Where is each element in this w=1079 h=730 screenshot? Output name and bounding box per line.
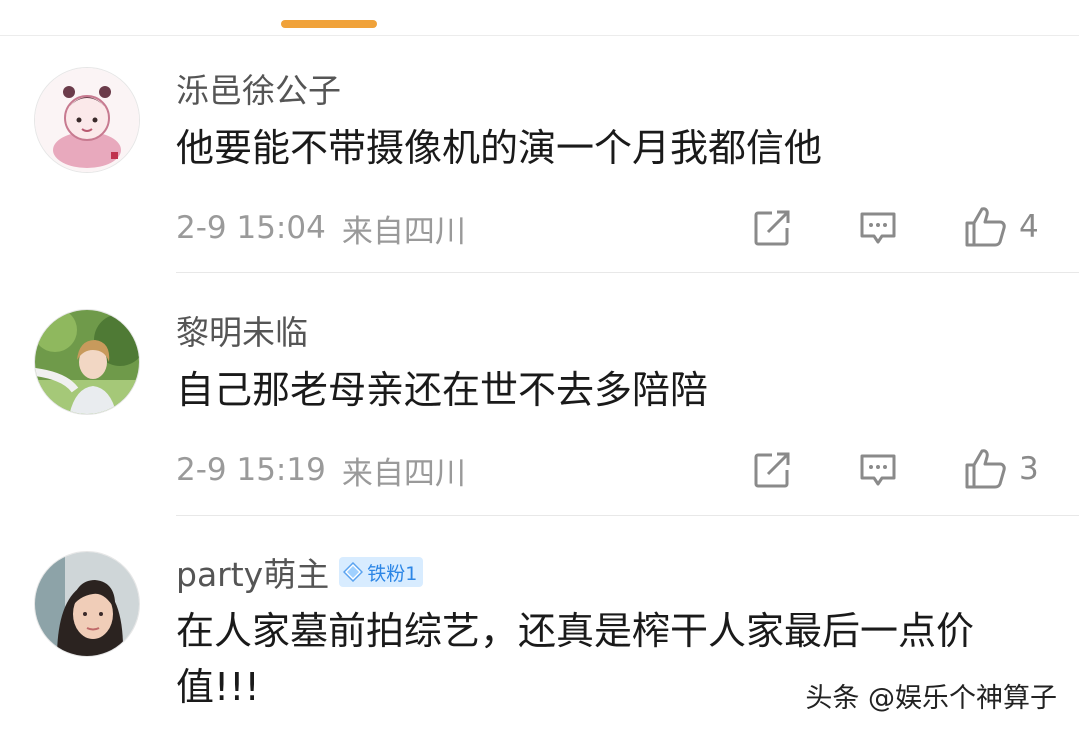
avatar[interactable]	[34, 309, 140, 415]
comment-button[interactable]	[858, 448, 898, 492]
comment-location: 来自四川	[341, 213, 466, 250]
username[interactable]: 黎明未临	[176, 306, 308, 354]
thumbs-up-icon	[965, 449, 1006, 489]
source-watermark: 头条 @娱乐个神算子	[805, 683, 1057, 714]
diamond-icon	[343, 562, 364, 582]
share-icon	[754, 452, 790, 488]
fan-level-label: 铁粉1	[367, 562, 418, 585]
share-button[interactable]	[752, 448, 792, 492]
comment-text: 自己那老母亲还在世不去多陪陪	[176, 368, 709, 412]
fan-level-badge: 铁粉1	[339, 557, 424, 587]
share-button[interactable]	[752, 206, 792, 250]
username[interactable]: 泺邑徐公子	[176, 64, 341, 112]
comment-time: 2-9 15:19	[176, 452, 326, 488]
comment-location: 来自四川	[341, 455, 466, 492]
active-tab-indicator	[281, 20, 377, 28]
comment-icon	[860, 454, 896, 486]
like-count: 3	[1019, 451, 1039, 487]
comment-text: 他要能不带摄像机的演一个月我都信他	[176, 126, 823, 170]
comment-button[interactable]	[858, 206, 898, 250]
avatar[interactable]	[34, 67, 140, 173]
comment-divider	[176, 272, 1079, 273]
thumbs-up-icon	[965, 207, 1006, 247]
like-button[interactable]: 4	[963, 205, 1039, 249]
comment-time: 2-9 15:04	[176, 210, 326, 246]
like-button[interactable]: 3	[963, 447, 1039, 491]
username[interactable]: party萌主	[176, 548, 329, 596]
comment-divider	[176, 515, 1079, 516]
avatar[interactable]	[34, 551, 140, 657]
share-icon	[754, 210, 790, 246]
like-count: 4	[1019, 209, 1039, 245]
comment-icon	[860, 212, 896, 244]
top-divider	[0, 35, 1079, 36]
